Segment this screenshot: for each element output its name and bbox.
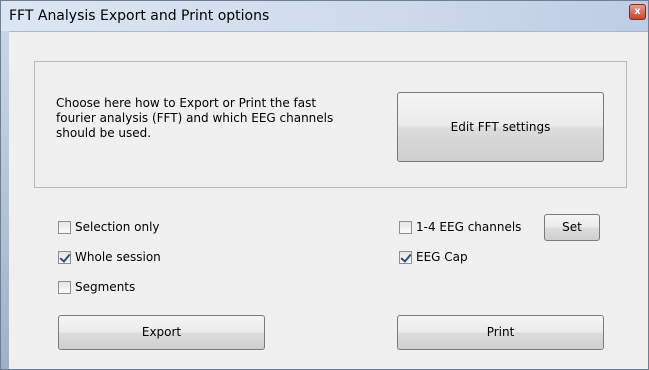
eeg-channels-1-4-checkbox[interactable]: 1-4 EEG channels	[399, 219, 521, 235]
checkbox-box[interactable]	[58, 250, 71, 264]
close-button[interactable]: x	[629, 4, 646, 20]
fft-export-dialog: FFT Analysis Export and Print options x …	[0, 0, 649, 370]
export-button[interactable]: Export	[58, 315, 265, 350]
whole-session-checkbox[interactable]: Whole session	[58, 249, 161, 265]
checkbox-label: 1-4 EEG channels	[416, 220, 522, 234]
eeg-cap-checkbox[interactable]: EEG Cap	[399, 249, 468, 265]
checkbox-label: Selection only	[75, 220, 160, 234]
checkbox-box[interactable]	[58, 280, 71, 294]
checkbox-label: Segments	[75, 280, 136, 294]
checkbox-box[interactable]	[399, 220, 412, 234]
segments-checkbox[interactable]: Segments	[58, 279, 135, 295]
description-text: Choose here how to Export or Print the f…	[56, 96, 334, 140]
edit-fft-settings-button[interactable]: Edit FFT settings	[397, 92, 604, 162]
title-bar[interactable]: FFT Analysis Export and Print options x	[1, 1, 648, 32]
print-button[interactable]: Print	[397, 315, 604, 350]
set-channels-button[interactable]: Set	[544, 214, 600, 241]
checkbox-box[interactable]	[58, 220, 71, 234]
checkbox-label: EEG Cap	[416, 250, 468, 264]
close-icon: x	[634, 6, 641, 17]
selection-only-checkbox[interactable]: Selection only	[58, 219, 160, 235]
checkbox-box[interactable]	[399, 250, 412, 264]
checkbox-label: Whole session	[75, 250, 161, 264]
window-title: FFT Analysis Export and Print options	[9, 8, 270, 24]
window-left-edge	[1, 31, 9, 369]
